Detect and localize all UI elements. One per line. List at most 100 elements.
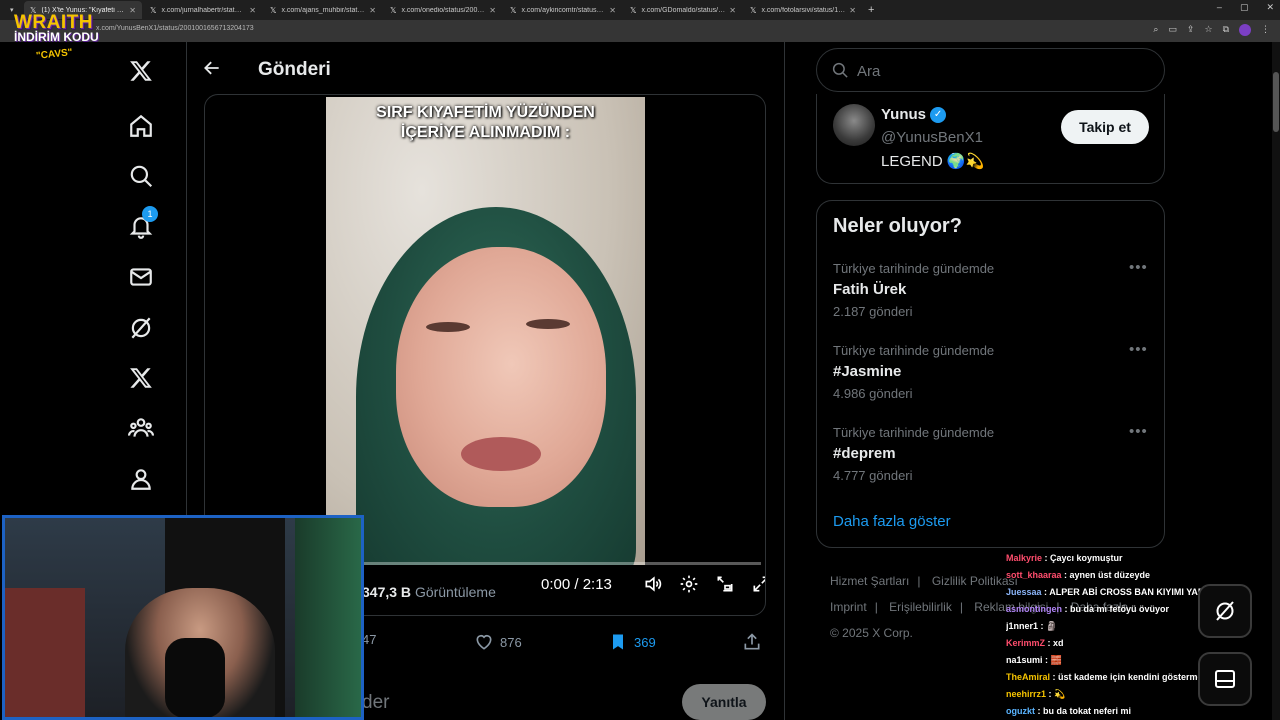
footer-separator: | — [874, 600, 878, 614]
chat-username[interactable]: sott_khaaraa — [1006, 570, 1062, 580]
footer-link-terms[interactable]: Hizmet Şartları — [830, 574, 909, 588]
trend-count: 4.986 gönderi — [833, 386, 913, 401]
zoom-icon[interactable]: ⌕ — [1153, 24, 1158, 36]
browser-tab[interactable]: 𝕏 x.com/aykiricomtr/status/2001 ✕ — [504, 1, 622, 19]
more-options-icon[interactable]: ••• — [1129, 259, 1148, 276]
view-count-value: 347,3 B — [362, 584, 412, 600]
trend-context: Türkiye tarihinde gündemde — [833, 261, 995, 276]
chat-username[interactable]: TheAmiral — [1006, 672, 1050, 682]
close-icon[interactable]: ✕ — [609, 6, 616, 15]
search-icon — [832, 62, 848, 78]
reply-action[interactable]: 47 — [362, 632, 376, 647]
minimize-icon[interactable]: – — [1217, 2, 1222, 13]
cast-icon[interactable]: ▭ — [1168, 24, 1177, 36]
chat-text: : bu da tokat neferi mi — [1035, 706, 1132, 716]
url-field[interactable]: x.com/YunusBenX1/status/2001001656713204… — [96, 25, 254, 32]
volume-icon[interactable] — [643, 574, 665, 596]
column-divider — [784, 42, 785, 720]
back-arrow-icon[interactable] — [202, 58, 224, 80]
chat-username[interactable]: oguzkt — [1006, 706, 1035, 716]
close-icon[interactable]: ✕ — [849, 6, 856, 15]
trend-item[interactable]: Türkiye tarihinde gündemde Fatih Ürek 2.… — [833, 259, 1153, 331]
grok-floating-button[interactable] — [1198, 584, 1252, 638]
new-tab-icon[interactable]: + — [868, 4, 874, 16]
reply-button[interactable]: Yanıtla — [682, 684, 766, 720]
footer-separator: | — [959, 600, 963, 614]
extensions-icon[interactable]: ⧉ — [1223, 24, 1229, 36]
close-icon[interactable]: ✕ — [129, 6, 136, 15]
footer-link-accessibility[interactable]: Erişilebilirlik — [889, 600, 952, 614]
bookmark-action[interactable]: 369 — [608, 632, 656, 652]
page-title: Gönderi — [258, 59, 331, 80]
browser-tab[interactable]: 𝕏 x.com/jurnalhabertr/status/200 ✕ — [144, 1, 262, 19]
trend-item[interactable]: Türkiye tarihinde gündemde #Jasmine 4.98… — [833, 341, 1153, 413]
webcam-background-shelf — [5, 588, 85, 717]
browser-tab[interactable]: 𝕏 x.com/ajans_muhbir/status/200 ✕ — [264, 1, 382, 19]
home-icon[interactable] — [128, 113, 154, 139]
author-name[interactable]: Yunus ✓ — [881, 106, 947, 123]
fullscreen-icon[interactable] — [751, 574, 765, 596]
chat-username[interactable]: KerimmZ — [1006, 638, 1045, 648]
x-logo-icon[interactable] — [128, 58, 154, 84]
chat-username[interactable]: na1sumi — [1006, 655, 1043, 665]
caption-line: SIRF KIYAFETİM YÜZÜNDEN — [376, 104, 595, 121]
trend-item[interactable]: Türkiye tarihinde gündemde #deprem 4.777… — [833, 423, 1153, 495]
communities-icon[interactable] — [128, 415, 154, 441]
maximize-icon[interactable]: ▢ — [1240, 2, 1249, 13]
more-options-icon[interactable]: ••• — [1129, 341, 1148, 358]
chat-text: : bu da mı fetöyü övüyor — [1062, 604, 1170, 614]
chat-username[interactable]: neehirrz1 — [1006, 689, 1046, 699]
avatar[interactable] — [833, 104, 875, 146]
messages-icon[interactable] — [128, 264, 154, 290]
grok-icon[interactable] — [128, 315, 154, 341]
trend-name: #Jasmine — [833, 363, 902, 380]
picture-in-picture-icon[interactable] — [715, 574, 737, 596]
menu-icon[interactable]: ⋮ — [1261, 24, 1270, 36]
star-icon[interactable]: ☆ — [1204, 24, 1212, 36]
close-icon[interactable]: ✕ — [369, 6, 376, 15]
verified-badge-icon: ✓ — [930, 106, 947, 123]
browser-tab[interactable]: 𝕏 x.com/fotolarsivi/status/19992 ✕ — [744, 1, 862, 19]
browser-tab[interactable]: 𝕏 x.com/onedio/status/20009243 ✕ — [384, 1, 502, 19]
reply-input[interactable]: der — [362, 692, 389, 714]
chat-username[interactable]: Malkyrie — [1006, 553, 1042, 563]
chat-username[interactable]: asmontingen — [1006, 604, 1062, 614]
follow-button[interactable]: Takip et — [1061, 110, 1149, 144]
stream-sponsor-logo: WRAITH İNDİRİM KODU "CAVS" — [14, 12, 99, 62]
close-icon[interactable]: ✕ — [489, 6, 496, 15]
share-action[interactable] — [742, 632, 762, 652]
scrollbar-thumb[interactable] — [1273, 72, 1279, 132]
page-scrollbar[interactable] — [1272, 42, 1280, 720]
x-favicon-icon: 𝕏 — [390, 5, 397, 15]
trend-count: 2.187 gönderi — [833, 304, 913, 319]
settings-gear-icon[interactable] — [679, 574, 701, 596]
search-input[interactable] — [857, 59, 1137, 83]
notifications-icon[interactable]: 1 — [128, 206, 158, 240]
premium-x-icon[interactable] — [128, 365, 154, 391]
chat-username[interactable]: Juessaa — [1006, 587, 1042, 597]
chat-username[interactable]: j1nner1 — [1006, 621, 1038, 631]
profile-icon[interactable] — [128, 466, 154, 492]
author-handle[interactable]: @YunusBenX1 — [881, 129, 983, 146]
footer-link-privacy[interactable]: Gizlilik Politikası — [932, 574, 1018, 588]
like-action[interactable]: 876 — [474, 632, 522, 652]
close-icon[interactable]: ✕ — [729, 6, 736, 15]
more-options-icon[interactable]: ••• — [1129, 423, 1148, 440]
chat-message: Malkyrie : Çaycı koymuştur — [1006, 550, 1251, 567]
share-icon[interactable]: ⇪ — [1187, 24, 1195, 36]
trend-context: Türkiye tarihinde gündemde — [833, 425, 995, 440]
footer-link-imprint[interactable]: Imprint — [830, 600, 867, 614]
tab-title: x.com/ajans_muhbir/status/200 — [281, 6, 365, 14]
show-more-link[interactable]: Daha fazla göster — [833, 513, 951, 530]
video-subject-eye — [526, 319, 570, 329]
video-frame-image[interactable]: SIRF KIYAFETİM YÜZÜNDEN İÇERİYE ALINMADI… — [326, 97, 645, 565]
profile-avatar[interactable] — [1239, 24, 1251, 36]
search-box[interactable] — [816, 48, 1165, 92]
close-icon[interactable]: ✕ — [249, 6, 256, 15]
post-actions: 47 876 369 — [362, 632, 766, 656]
browser-tab[interactable]: 𝕏 x.com/GDomaldo/status/20010 ✕ — [624, 1, 742, 19]
video-time: 0:00 / 2:13 — [541, 576, 612, 593]
messages-floating-button[interactable] — [1198, 652, 1252, 706]
search-icon[interactable] — [128, 163, 154, 189]
window-close-icon[interactable]: ✕ — [1266, 2, 1274, 13]
